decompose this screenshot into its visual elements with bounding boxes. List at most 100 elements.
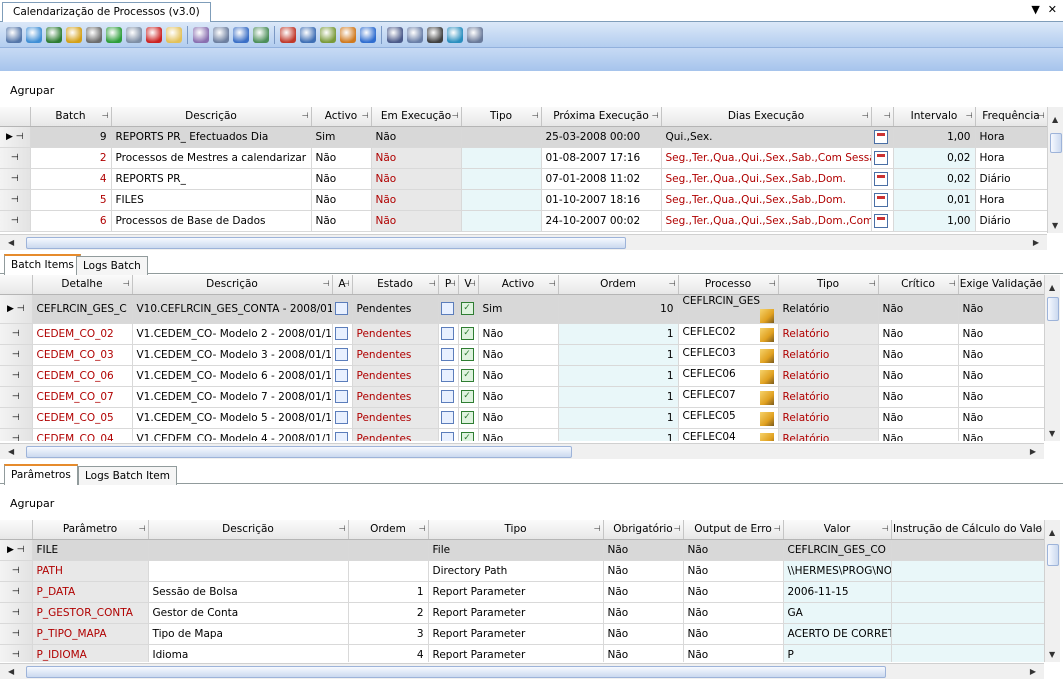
obrigatorio-cell[interactable]: Não: [603, 539, 684, 561]
activo-cell[interactable]: Não: [311, 210, 372, 232]
valor-cell[interactable]: P: [783, 644, 892, 662]
params-header-valor[interactable]: Valor ⊣: [783, 520, 892, 540]
activo-cell[interactable]: Sim: [478, 294, 559, 324]
pencil-icon[interactable]: [759, 369, 774, 384]
timer-icon[interactable]: [467, 26, 483, 43]
params-header-ordem[interactable]: Ordem ⊣: [348, 520, 429, 540]
list-icon[interactable]: [440, 302, 454, 315]
items-header-detalhe[interactable]: Detalhe ⊣: [32, 275, 133, 295]
calendar-cell[interactable]: [871, 168, 894, 190]
table-row[interactable]: ⊣ P_TIPO_MAPA Tipo de Mapa 3 Report Paramete…: [0, 623, 1044, 645]
pin-icon[interactable]: ⊣: [339, 524, 346, 533]
exige-validacao-cell[interactable]: Não: [958, 365, 1044, 387]
output-erro-cell[interactable]: Não: [683, 623, 784, 645]
row-selector[interactable]: ⊣: [0, 147, 31, 169]
activo-cell[interactable]: Não: [478, 428, 559, 441]
document-icon[interactable]: [334, 432, 348, 441]
batch-hscroll[interactable]: ◀ ▶: [0, 234, 1047, 250]
print-icon[interactable]: [86, 26, 102, 43]
pencil-icon[interactable]: [759, 348, 774, 363]
tipo-cell[interactable]: Relatório: [778, 386, 879, 408]
note-icon[interactable]: [166, 26, 182, 43]
help-icon[interactable]: [360, 26, 376, 43]
descricao-cell[interactable]: V1.CEDEM_CO- Modelo 2 - 2008/01/14: [132, 323, 333, 345]
document-icon[interactable]: [334, 390, 348, 403]
processo-cell[interactable]: CEFLEC04: [678, 428, 779, 441]
batch-hscroll-thumb[interactable]: [26, 237, 626, 249]
row-selector[interactable]: ⊣: [0, 210, 31, 232]
descricao-cell[interactable]: V1.CEDEM_CO- Modelo 6 - 2008/01/14: [132, 365, 333, 387]
critico-cell[interactable]: Não: [878, 428, 959, 441]
batch-header-tipo[interactable]: Tipo ⊣: [461, 107, 542, 127]
detalhe-cell[interactable]: CEDEM_CO_03: [32, 344, 133, 366]
frequencia-cell[interactable]: Hora: [975, 126, 1047, 148]
pin-icon[interactable]: ⊣: [774, 524, 781, 533]
table-row[interactable]: ⊣ 2 Processos de Mestres a calendarizar Não…: [0, 147, 1047, 169]
v-cell[interactable]: ✓: [458, 428, 479, 441]
detalhe-cell[interactable]: CEDEM_CO_07: [32, 386, 133, 408]
dias-execucao-cell[interactable]: Seg.,Ter.,Qua.,Qui.,Sex.,Sab.,Dom.: [661, 189, 872, 211]
pin-icon[interactable]: ⊣: [429, 279, 436, 288]
pin-icon[interactable]: ⊣: [102, 111, 109, 120]
items-header-descricao[interactable]: Descrição ⊣: [132, 275, 333, 295]
em-execucao-cell[interactable]: Não: [371, 147, 462, 169]
parametro-cell[interactable]: P_TIPO_MAPA: [32, 623, 149, 645]
row-selector[interactable]: ▶ ⊣: [0, 294, 33, 324]
params-header-parametro[interactable]: Parâmetro ⊣: [32, 520, 149, 540]
items-header-ordem[interactable]: Ordem ⊣: [558, 275, 679, 295]
batch-header-em-execucao[interactable]: Em Execução ⊣: [371, 107, 462, 127]
estado-cell[interactable]: Pendentes: [352, 344, 439, 366]
document-tab[interactable]: Calendarização de Processos (v3.0): [2, 2, 211, 22]
link-icon[interactable]: [447, 26, 463, 43]
p-cell[interactable]: [438, 344, 459, 366]
valor-cell[interactable]: ACERTO DE CORRET: [783, 623, 892, 645]
descricao-cell[interactable]: V1.CEDEM_CO- Modelo 4 - 2008/01/14: [132, 428, 333, 441]
scroll-up-icon[interactable]: ▲: [1049, 283, 1055, 292]
params-hscroll[interactable]: ◀ ▶: [0, 663, 1044, 679]
exige-validacao-cell[interactable]: Não: [958, 294, 1044, 324]
row-selector[interactable]: ⊣: [0, 560, 33, 582]
calendar-icon[interactable]: [280, 26, 296, 43]
tab-batch-items[interactable]: Batch Items: [4, 254, 81, 275]
pin-icon[interactable]: ⊣: [549, 279, 556, 288]
scroll-left-icon[interactable]: ◀: [8, 238, 14, 247]
batch-id-cell[interactable]: 4: [30, 168, 112, 190]
params-header-descricao[interactable]: Descrição ⊣: [148, 520, 349, 540]
pin-icon[interactable]: ⊣: [669, 279, 676, 288]
em-execucao-cell[interactable]: Não: [371, 210, 462, 232]
ordem-cell[interactable]: 10: [558, 294, 679, 324]
scroll-right-icon[interactable]: ▶: [1030, 667, 1036, 676]
ordem-cell[interactable]: 1: [348, 581, 429, 603]
tipo-cell[interactable]: Relatório: [778, 365, 879, 387]
parametro-cell[interactable]: P_GESTOR_CONTA: [32, 602, 149, 624]
dias-execucao-cell[interactable]: Seg.,Ter.,Qua.,Qui.,Sex.,Sab.,Dom.,Com: [661, 210, 872, 232]
ordem-cell[interactable]: 4: [348, 644, 429, 662]
scroll-left-icon[interactable]: ◀: [8, 447, 14, 456]
document-icon[interactable]: [334, 348, 348, 361]
batch-id-cell[interactable]: 2: [30, 147, 112, 169]
estado-cell[interactable]: Pendentes: [352, 428, 439, 441]
output-erro-cell[interactable]: Não: [683, 539, 784, 561]
row-selector[interactable]: ⊣: [0, 323, 33, 345]
v-cell[interactable]: ✓: [458, 386, 479, 408]
output-erro-cell[interactable]: Não: [683, 560, 784, 582]
row-selector[interactable]: ⊣: [0, 623, 33, 645]
a-cell[interactable]: [332, 365, 353, 387]
params-vscroll[interactable]: ▲ ▼: [1044, 520, 1060, 662]
detalhe-cell[interactable]: CEDEM_CO_02: [32, 323, 133, 345]
table-row[interactable]: ⊣ CEDEM_CO_05 V1.CEDEM_CO- Modelo 5 - 2008…: [0, 407, 1044, 429]
descricao-cell[interactable]: V1.CEDEM_CO- Modelo 7 - 2008/01/14: [132, 386, 333, 408]
batch-id-cell[interactable]: 9: [30, 126, 112, 148]
exige-validacao-cell[interactable]: Não: [958, 323, 1044, 345]
descricao-cell[interactable]: REPORTS PR_: [111, 168, 312, 190]
pin-icon[interactable]: ⊣: [1038, 111, 1045, 120]
tipo-cell[interactable]: Report Parameter: [428, 602, 604, 624]
pencil-icon[interactable]: [759, 432, 774, 441]
a-cell[interactable]: [332, 428, 353, 441]
processo-cell[interactable]: CEFLEC07: [678, 386, 779, 408]
a-cell[interactable]: [332, 344, 353, 366]
row-selector[interactable]: ⊣: [0, 168, 31, 190]
batch-group-label[interactable]: Agrupar: [10, 84, 54, 97]
descricao-cell[interactable]: Idioma: [148, 644, 349, 662]
console-icon[interactable]: [427, 26, 443, 43]
